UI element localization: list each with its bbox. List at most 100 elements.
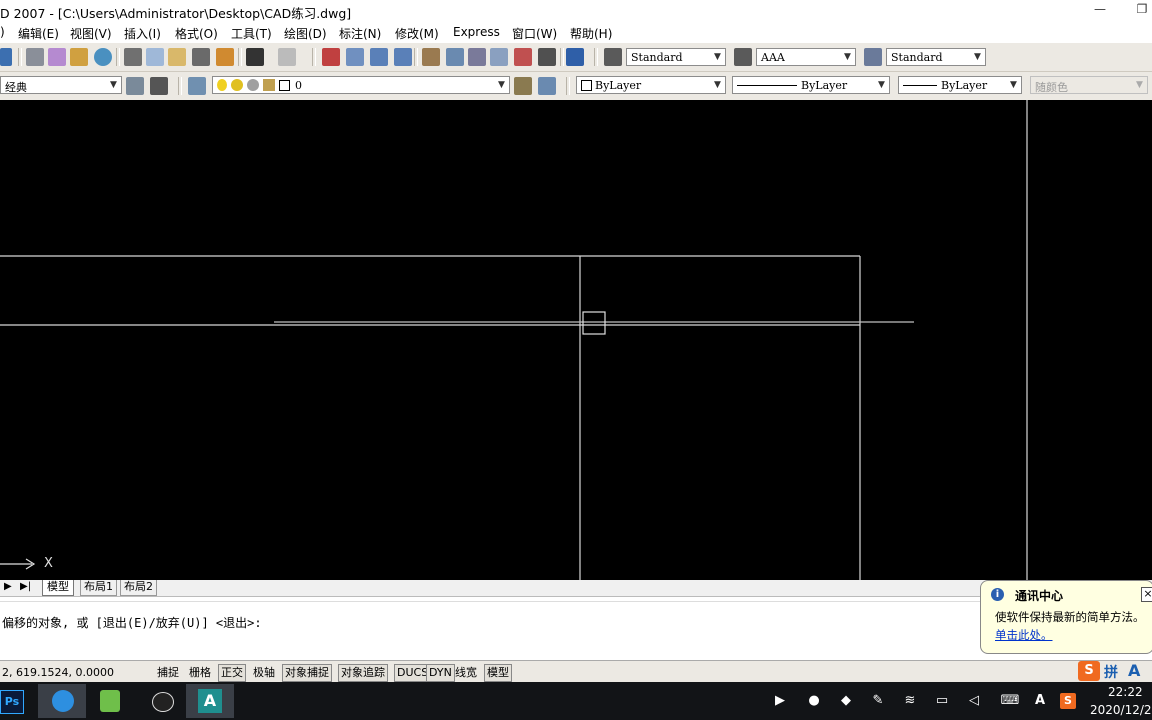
browser-icon [52, 690, 74, 712]
menu-item-window[interactable]: 窗口(W) [512, 25, 557, 42]
sogou-ime-icon[interactable]: S [1078, 661, 1100, 681]
design-center-icon[interactable] [446, 48, 464, 66]
wifi-icon[interactable]: ≋ [902, 693, 918, 709]
zoom-realtime-icon[interactable] [346, 48, 364, 66]
tab-layout2[interactable]: 布局2 [120, 580, 157, 596]
zoom-previous-icon[interactable] [394, 48, 412, 66]
toolbar-separator [18, 48, 22, 66]
sogou-tray-icon[interactable]: S [1060, 693, 1076, 709]
tray-shield-icon[interactable]: ◆ [838, 693, 854, 709]
clock-date[interactable]: 2020/12/2 [1090, 703, 1152, 717]
cut-icon[interactable] [124, 48, 142, 66]
dim-style-select[interactable]: AAA ▼ [756, 48, 856, 66]
chevron-down-icon: ▼ [1132, 77, 1147, 93]
workspace-select[interactable]: 经典 ▼ [0, 76, 122, 94]
menu-item-insert[interactable]: 插入(I) [124, 25, 161, 42]
block-editor-icon[interactable] [216, 48, 234, 66]
tray-wechat-icon[interactable]: ✎ [870, 693, 886, 709]
notification-link[interactable]: 单击此处。 [995, 627, 1053, 643]
print-icon[interactable] [26, 48, 44, 66]
taskbar-app-notes[interactable] [86, 684, 134, 718]
battery-icon[interactable]: ▭ [934, 693, 950, 709]
snap-toggle[interactable]: 捕捉 [154, 664, 182, 682]
taskbar-app-autocad[interactable]: A [186, 684, 234, 718]
input-language-icon[interactable]: A [1032, 693, 1048, 709]
menu-item-express[interactable]: Express [453, 25, 500, 39]
3d-dwf-icon[interactable] [94, 48, 112, 66]
minimize-button[interactable]: — [1090, 2, 1110, 18]
layer-select[interactable]: 0 ▼ [212, 76, 510, 94]
text-style-icon[interactable] [604, 48, 622, 66]
ortho-toggle[interactable]: 正交 [218, 664, 246, 682]
zoom-window-icon[interactable] [370, 48, 388, 66]
restore-button[interactable]: ❐ [1132, 2, 1152, 18]
tab-nav-next[interactable]: ▶ [4, 581, 12, 592]
otrack-toggle[interactable]: 对象追踪 [338, 664, 388, 682]
tab-nav-last[interactable]: ▶| [20, 581, 31, 592]
menu-item-help[interactable]: 帮助(H) [570, 25, 612, 42]
menu-item-partial[interactable]: ) [0, 25, 5, 39]
osnap-toggle[interactable]: 对象捕捉 [282, 664, 332, 682]
plot-preview-icon[interactable] [48, 48, 66, 66]
grid-toggle[interactable]: 栅格 [186, 664, 214, 682]
linetype-select[interactable]: ByLayer ▼ [732, 76, 890, 94]
layer-previous-icon[interactable] [538, 77, 556, 95]
menu-item-format[interactable]: 格式(O) [175, 25, 218, 42]
menu-item-edit[interactable]: 编辑(E) [18, 25, 59, 42]
table-style-select[interactable]: Standard ▼ [886, 48, 986, 66]
color-select[interactable]: ByLayer ▼ [576, 76, 726, 94]
clock-time[interactable]: 22:22 [1108, 685, 1143, 699]
lineweight-toggle[interactable]: 线宽 [452, 664, 480, 682]
plotstyle-select: 随颜色 ▼ [1030, 76, 1148, 94]
volume-icon[interactable]: ◁ [966, 693, 982, 709]
pan-icon[interactable] [322, 48, 340, 66]
window-title: D 2007 - [C:\Users\Administrator\Desktop… [0, 6, 352, 21]
properties-icon[interactable] [422, 48, 440, 66]
paste-icon[interactable] [168, 48, 186, 66]
text-style-select[interactable]: Standard ▼ [626, 48, 726, 66]
tool-palettes-icon[interactable] [468, 48, 486, 66]
calculator-icon[interactable] [538, 48, 556, 66]
help-icon[interactable] [566, 48, 584, 66]
close-icon[interactable]: × [1141, 587, 1152, 602]
menu-item-view[interactable]: 视图(V) [70, 25, 112, 42]
tray-video-icon[interactable]: ▶ [772, 693, 788, 709]
taskbar-app-qq[interactable] [138, 684, 186, 718]
markup-icon[interactable] [514, 48, 532, 66]
tab-model[interactable]: 模型 [42, 580, 74, 596]
table-style-value: Standard [891, 51, 943, 64]
undo-icon[interactable] [246, 48, 264, 66]
publish-icon[interactable] [70, 48, 88, 66]
menu-item-modify[interactable]: 修改(M) [395, 25, 439, 42]
ime-mode[interactable]: 拼 [1104, 662, 1118, 682]
drawing-area[interactable]: X [0, 100, 1152, 580]
dyn-toggle[interactable]: DYN [426, 664, 455, 682]
polar-toggle[interactable]: 极轴 [250, 664, 278, 682]
color-swatch-icon [581, 80, 592, 91]
redo-icon[interactable] [278, 48, 296, 66]
chevron-down-icon: ▼ [1006, 77, 1021, 93]
communication-center-balloon[interactable]: i 通讯中心 × 使软件保持最新的简单方法。 单击此处。 [980, 580, 1152, 654]
tray-qq-icon[interactable]: ● [806, 693, 822, 709]
dim-style-icon[interactable] [734, 48, 752, 66]
menu-item-tools[interactable]: 工具(T) [231, 25, 272, 42]
toolbar-separator [238, 48, 242, 66]
save-icon[interactable] [0, 48, 12, 66]
workspace-settings-icon[interactable] [126, 77, 144, 95]
lineweight-select[interactable]: ByLayer ▼ [898, 76, 1022, 94]
layer-manager-icon[interactable] [188, 77, 206, 95]
save-workspace-icon[interactable] [150, 77, 168, 95]
taskbar-app-browser[interactable] [38, 684, 86, 718]
menu-item-dimension[interactable]: 标注(N) [339, 25, 381, 42]
model-toggle[interactable]: 模型 [484, 664, 512, 682]
tab-layout1[interactable]: 布局1 [80, 580, 117, 596]
sheet-set-icon[interactable] [490, 48, 508, 66]
ime-letter[interactable]: A [1128, 661, 1140, 680]
menu-item-draw[interactable]: 绘图(D) [284, 25, 327, 42]
table-style-icon[interactable] [864, 48, 882, 66]
make-object-layer-current-icon[interactable] [514, 77, 532, 95]
copy-icon[interactable] [146, 48, 164, 66]
info-icon: i [991, 588, 1004, 601]
match-properties-icon[interactable] [192, 48, 210, 66]
keyboard-icon[interactable]: ⌨ [1000, 693, 1020, 709]
